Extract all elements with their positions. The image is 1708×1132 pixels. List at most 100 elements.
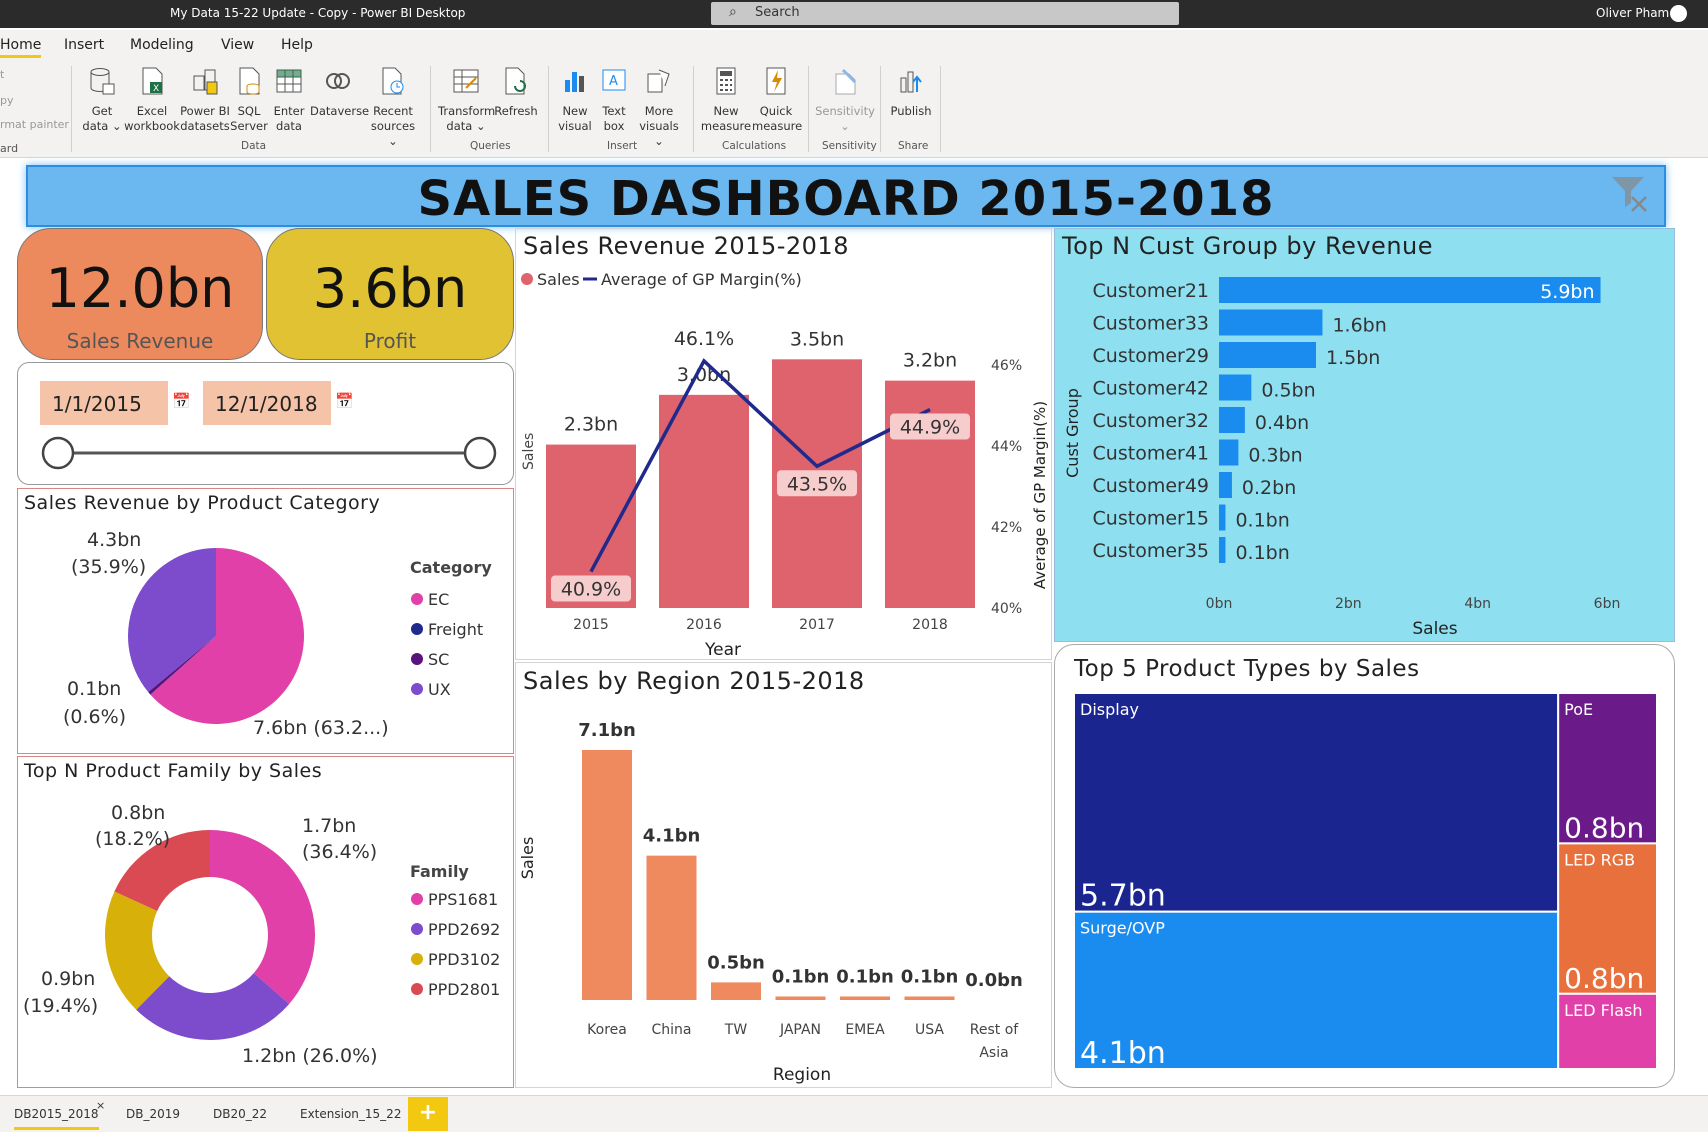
- recent-sources-button[interactable]: Recent sources ⌄: [368, 66, 418, 149]
- enter-data-button[interactable]: Enter data: [268, 66, 310, 134]
- product-category-chart[interactable]: 7.6bn (63.2...) 0.1bn (0.6%) 4.3bn (35.9%) Ca…: [17, 515, 514, 754]
- datasets-label-2: datasets: [180, 119, 230, 133]
- treemap-value-label: 0.8bn: [1564, 962, 1644, 995]
- x-tick-label: EMEA: [845, 1022, 885, 1038]
- tab-home[interactable]: Home: [0, 37, 42, 58]
- clipboard-format-painter[interactable]: rmat painter: [0, 118, 69, 131]
- tab-insert[interactable]: Insert: [64, 37, 104, 53]
- x-tick-label: 6bn: [1594, 596, 1621, 612]
- excel-workbook-button[interactable]: X Excel workbook: [124, 66, 180, 134]
- cust-group-tick: Customer41: [1093, 443, 1209, 465]
- group-sensitivity: Sensitivity: [822, 140, 877, 152]
- ribbon-separator: [430, 66, 431, 152]
- publish-button[interactable]: Publish: [886, 66, 936, 119]
- close-tab-icon[interactable]: ×: [96, 1099, 105, 1112]
- x-tick-label: Asia: [979, 1045, 1008, 1061]
- clear-filter-icon[interactable]: [1610, 173, 1650, 213]
- legend-marker: [411, 593, 423, 605]
- user-avatar[interactable]: [1670, 5, 1687, 22]
- cust-group-bar: [1219, 374, 1252, 401]
- region-bar: [904, 996, 955, 1000]
- kpi-sales-revenue-label: Sales Revenue: [66, 329, 214, 353]
- legend-label: PPD2801: [428, 980, 500, 999]
- new-measure-button[interactable]: New measure: [700, 66, 752, 134]
- y2-tick-label: 44%: [991, 439, 1022, 455]
- x-tick-label: 2015: [573, 617, 609, 633]
- database-icon: [90, 68, 115, 95]
- slider-start-handle[interactable]: [41, 436, 75, 470]
- donut-label: 1.7bn: [302, 815, 356, 837]
- new-visual-button[interactable]: New visual: [556, 66, 594, 134]
- page-tab-db-2019[interactable]: DB_2019: [126, 1107, 180, 1121]
- ribbon-separator: [808, 66, 809, 152]
- tab-help[interactable]: Help: [281, 37, 313, 53]
- excel-icon: X: [142, 67, 163, 95]
- date-range-track[interactable]: [18, 413, 515, 483]
- refresh-label: Refresh: [494, 104, 538, 118]
- text-box-icon: A: [602, 69, 626, 91]
- donut-label: (36.4%): [302, 841, 377, 863]
- calendar-icon[interactable]: 📅: [335, 392, 354, 410]
- transform-label-2: data ⌄: [446, 119, 486, 133]
- legend-label: Freight: [428, 620, 483, 639]
- product-types-chart[interactable]: Display 5.7bn Surge/OVP 4.1bn PoE 0.8bn LED RG…: [1054, 690, 1675, 1088]
- dataverse-button[interactable]: Dataverse: [310, 66, 369, 119]
- product-family-chart[interactable]: 1.7bn (36.4%) 1.2bn (26.0%) 0.9bn (19.4%) 0.8…: [17, 785, 514, 1088]
- transform-data-button[interactable]: Transform data ⌄: [438, 66, 496, 134]
- cust-group-tick: Customer33: [1093, 313, 1209, 335]
- donut-label: (19.4%): [23, 995, 98, 1017]
- power-bi-datasets-button[interactable]: Power BI datasets: [180, 66, 230, 134]
- transform-label-1: Transform: [438, 104, 496, 118]
- region-bar-label: 0.1bn: [836, 966, 894, 987]
- legend-marker: [411, 623, 423, 635]
- region-chart[interactable]: 7.1bn Korea 4.1bn China 0.5bn TW 0.1bn JAPAN 0.1…: [515, 700, 1052, 1088]
- tab-modeling[interactable]: Modeling: [130, 37, 194, 53]
- region-bar: [582, 750, 632, 1000]
- legend-marker: [411, 653, 423, 665]
- clipboard-copy[interactable]: py: [0, 94, 14, 107]
- y-axis-label: Sales: [521, 433, 537, 470]
- x-tick-label: TW: [724, 1022, 748, 1038]
- table-icon: [276, 69, 302, 93]
- cust-group-chart[interactable]: Customer21 5.9bn Customer33 1.6bn Customer29…: [1054, 270, 1675, 642]
- date-range-slicer: 1/1/2015 📅 12/1/2018 📅: [17, 362, 514, 485]
- donut-slice-pps1681: [210, 830, 315, 1004]
- calculator-icon: [716, 67, 736, 95]
- get-data-button[interactable]: Get data ⌄: [80, 66, 124, 134]
- quick-measure-button[interactable]: Quick measure: [752, 66, 802, 134]
- slider-end-handle[interactable]: [463, 436, 497, 470]
- gp-margin-label: 44.9%: [900, 417, 960, 439]
- calendar-icon[interactable]: 📅: [172, 392, 191, 410]
- search-box[interactable]: ⌕ Search: [711, 2, 1179, 25]
- enter-data-label-1: Enter: [273, 104, 305, 118]
- get-data-label-1: Get: [91, 104, 113, 118]
- refresh-button[interactable]: Refresh: [494, 66, 538, 119]
- excel-label-1: Excel: [136, 104, 168, 118]
- legend-title: Family: [410, 862, 469, 881]
- sensitivity-label-2: ⌄: [840, 119, 850, 133]
- cust-group-label: 0.2bn: [1242, 477, 1296, 499]
- x-tick-label: 2016: [686, 617, 722, 633]
- page-tab-db20-22[interactable]: DB20_22: [213, 1107, 267, 1121]
- page-tab-extension[interactable]: Extension_15_22: [300, 1107, 401, 1121]
- dashboard-banner[interactable]: SALES DASHBOARD 2015-2018: [26, 165, 1666, 227]
- sql-server-button[interactable]: SQL Server: [230, 66, 268, 134]
- text-box-button[interactable]: A Text box: [596, 66, 632, 134]
- get-data-label-2: data ⌄: [82, 119, 122, 133]
- tab-view[interactable]: View: [221, 37, 254, 53]
- ribbon-separator: [548, 66, 549, 152]
- add-page-button[interactable]: +: [408, 1097, 448, 1131]
- legend-label: PPD3102: [428, 950, 500, 969]
- y-axis-label: Sales: [518, 837, 537, 880]
- cust-group-bar: [1219, 309, 1323, 336]
- kpi-sales-revenue[interactable]: 12.0bn Sales Revenue: [17, 228, 263, 360]
- kpi-profit[interactable]: 3.6bn Profit: [266, 228, 514, 360]
- clipboard-cut[interactable]: t: [0, 68, 4, 81]
- legend-marker: [411, 983, 423, 995]
- page-tab-db2015-2018[interactable]: DB2015_2018: [14, 1107, 99, 1130]
- revenue-trend-chart[interactable]: Sales Average of GP Margin(%) Sales Year Ave…: [515, 265, 1052, 660]
- user-name[interactable]: Oliver Pham: [1596, 6, 1669, 20]
- treemap-category-label: Surge/OVP: [1080, 919, 1165, 938]
- sensitivity-button[interactable]: Sensitivity ⌄: [814, 66, 876, 134]
- more-visuals-button[interactable]: More visuals ⌄: [634, 66, 684, 149]
